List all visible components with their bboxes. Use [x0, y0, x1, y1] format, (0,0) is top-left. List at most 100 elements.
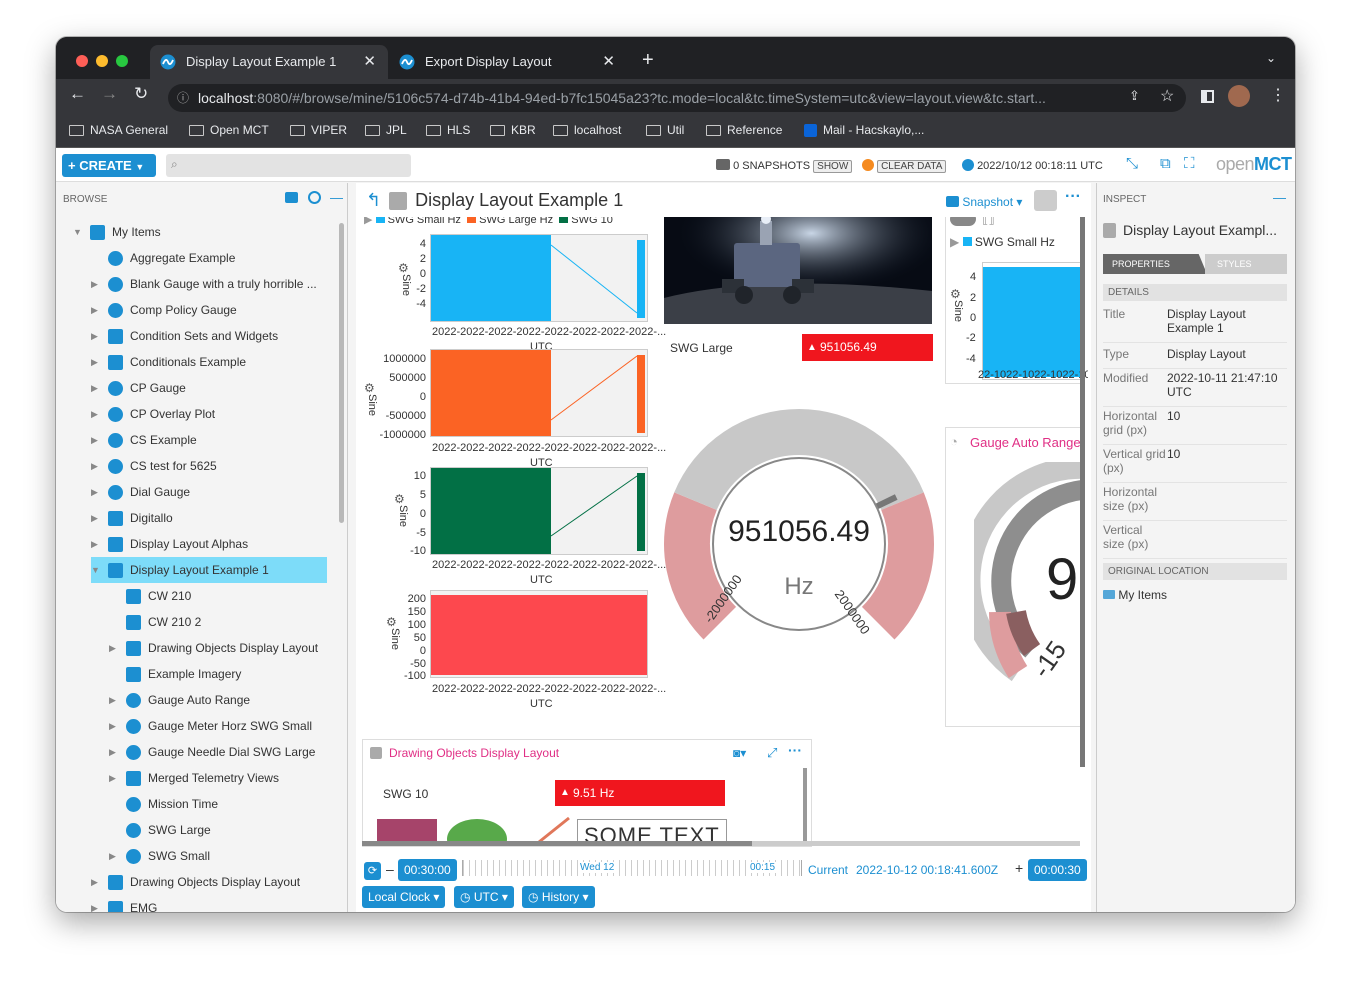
site-info-icon[interactable]: ⓘ	[177, 84, 189, 112]
tab-search-chevron-icon[interactable]: ⌄	[1266, 51, 1276, 65]
plot-swg-10[interactable]	[430, 467, 648, 555]
bookmark-mail[interactable]: Mail - Hacskaylo,...	[804, 123, 924, 137]
tree-item[interactable]: CW 210 2	[109, 609, 327, 635]
bookmark-hls[interactable]: HLS	[426, 123, 470, 137]
tree-item[interactable]: Aggregate Example	[91, 245, 327, 271]
zoom-window-button[interactable]	[116, 55, 128, 67]
tree-item[interactable]: ▶ Condition Sets and Widgets	[91, 323, 327, 349]
collapse-pane-icon[interactable]: —	[330, 190, 343, 205]
tree-item[interactable]: ▶ CP Overlay Plot	[91, 401, 327, 427]
bookmark-util[interactable]: Util	[646, 123, 684, 137]
clear-data-button[interactable]: CLEAR DATA	[877, 160, 947, 173]
tree-item[interactable]: ▶ Blank Gauge with a truly horrible ...	[91, 271, 327, 297]
close-tab-icon[interactable]: ✕	[363, 45, 376, 79]
canvas-vertical-scrollbar[interactable]	[1080, 217, 1085, 767]
plot-settings-icon[interactable]: ⚙	[950, 287, 961, 301]
expand-toggle-icon[interactable]: ▶	[109, 739, 119, 765]
expand-toggle-icon[interactable]: ▶	[91, 349, 101, 375]
collapse-toggle-icon[interactable]: ▼	[91, 557, 101, 583]
snapshot-button[interactable]: Snapshot ▾	[946, 195, 1022, 209]
original-location[interactable]: My Items	[1103, 588, 1167, 602]
tree-item[interactable]: ▶ Gauge Needle Dial SWG Large	[109, 739, 327, 765]
toggle-icon[interactable]	[950, 217, 976, 226]
frame-menu-icon[interactable]: ···	[788, 742, 802, 758]
bookmark-reference[interactable]: Reference	[706, 123, 782, 137]
go-up-icon[interactable]: ↰	[366, 190, 381, 211]
tree-item[interactable]: ▶ Dial Gauge	[91, 479, 327, 505]
tab-styles[interactable]: STYLES	[1205, 254, 1287, 274]
canvas-horizontal-scrollbar[interactable]	[362, 841, 1080, 846]
expand-toggle-icon[interactable]: ▶	[91, 375, 101, 401]
minimize-window-button[interactable]	[96, 55, 108, 67]
reload-icon[interactable]: ↻	[134, 84, 148, 104]
browser-menu-icon[interactable]: ⋮	[1270, 85, 1286, 105]
expand-toggle-icon[interactable]: ▶	[109, 687, 119, 713]
tree-item[interactable]: CW 210	[109, 583, 327, 609]
address-bar[interactable]: ⓘ localhost:8080/#/browse/mine/5106c574-…	[168, 84, 1186, 112]
lock-icon[interactable]	[1034, 190, 1057, 211]
expand-toggle-icon[interactable]: ▶	[109, 843, 119, 869]
bookmark-kbr[interactable]: KBR	[490, 123, 536, 137]
tree-item[interactable]: SWG Large	[109, 817, 327, 843]
close-window-button[interactable]	[76, 55, 88, 67]
sidebar-toggle-icon[interactable]	[1201, 90, 1214, 103]
expand-toggle-icon[interactable]: ▶	[91, 401, 101, 427]
expand-toggle-icon[interactable]: ▶	[91, 271, 101, 297]
tree-item[interactable]: ▶ Digitallo	[91, 505, 327, 531]
new-tab-button[interactable]: +	[642, 49, 654, 72]
expand-icon[interactable]: ⤢	[767, 745, 777, 761]
plot-swg-small[interactable]	[430, 234, 648, 322]
start-offset-input[interactable]: 00:30:00	[398, 859, 457, 881]
forward-icon[interactable]: →	[101, 84, 118, 104]
expand-toggle-icon[interactable]: ▶	[91, 505, 101, 531]
tree-item[interactable]: ▶ Drawing Objects Display Layout	[91, 869, 327, 895]
expand-toggle-icon[interactable]: ▶	[91, 427, 101, 453]
frame-scrollbar[interactable]	[803, 768, 807, 846]
close-tab-icon[interactable]: ✕	[602, 45, 615, 79]
tree-item[interactable]: ▶ Gauge Meter Horz SWG Small	[109, 713, 327, 739]
tree-item[interactable]: ▶ Conditionals Example	[91, 349, 327, 375]
expand-toggle-icon[interactable]: ▶	[91, 531, 101, 557]
tree-item[interactable]: ▶ Drawing Objects Display Layout	[109, 635, 327, 661]
end-offset-input[interactable]: 00:00:30	[1028, 859, 1087, 881]
new-tab-icon[interactable]	[285, 192, 298, 203]
bookmark-jpl[interactable]: JPL	[365, 123, 407, 137]
tree-item[interactable]: ▶ Merged Telemetry Views	[109, 765, 327, 791]
profile-avatar[interactable]	[1228, 85, 1250, 107]
plot-swg-large[interactable]	[430, 349, 648, 437]
expand-toggle-icon[interactable]: ▶	[91, 297, 101, 323]
bookmark-viper[interactable]: VIPER	[290, 123, 347, 137]
more-menu-icon[interactable]: ···	[1065, 188, 1081, 206]
collapse-toggle-icon[interactable]: ▼	[73, 219, 83, 245]
history-button[interactable]: ◷ History ▾	[522, 886, 595, 908]
bookmark-star-icon[interactable]: ☆	[1160, 86, 1174, 106]
show-snapshots-button[interactable]: SHOW	[813, 160, 853, 173]
expand-toggle-icon[interactable]: ▶	[109, 713, 119, 739]
expand-toggle-icon[interactable]: ▶	[109, 635, 119, 661]
back-icon[interactable]: ←	[69, 84, 86, 104]
clock-select-button[interactable]: Local Clock ▾	[362, 886, 446, 908]
tree-item[interactable]: ▼ Display Layout Example 1	[91, 557, 327, 583]
tree-item[interactable]: ▶ SWG Small	[109, 843, 327, 869]
expand-toggle-icon[interactable]: ▶	[109, 765, 119, 791]
expand-toggle-icon[interactable]: ▶	[91, 869, 101, 895]
tree-item[interactable]: ▼ My Items	[73, 219, 327, 245]
new-window-icon[interactable]: ⧉	[1160, 155, 1171, 172]
tree-item[interactable]: ▶ Display Layout Alphas	[91, 531, 327, 557]
tree-item[interactable]: Example Imagery	[109, 661, 327, 687]
bookmark-nasa-general[interactable]: NASA General	[69, 123, 168, 137]
tree-item[interactable]: ▶ EMG	[91, 895, 327, 912]
tree-scrollbar[interactable]	[339, 223, 344, 523]
locate-icon[interactable]	[308, 191, 321, 204]
create-button[interactable]: + CREATE ▼	[62, 154, 156, 177]
collapse-icon[interactable]: ⤡	[1126, 155, 1138, 172]
bookmark-localhost[interactable]: localhost	[553, 123, 621, 137]
bookmark-open-mct[interactable]: Open MCT	[189, 123, 269, 137]
share-icon[interactable]: ⇪	[1129, 88, 1140, 104]
tree-item[interactable]: ▶ Comp Policy Gauge	[91, 297, 327, 323]
fullscreen-icon[interactable]: ⛶	[1184, 155, 1195, 172]
tree-item[interactable]: Mission Time	[109, 791, 327, 817]
plot-swg-small-mini[interactable]	[982, 262, 1084, 380]
imagery-view[interactable]	[664, 217, 932, 324]
time-mode-icon[interactable]: ⟳	[364, 862, 381, 880]
